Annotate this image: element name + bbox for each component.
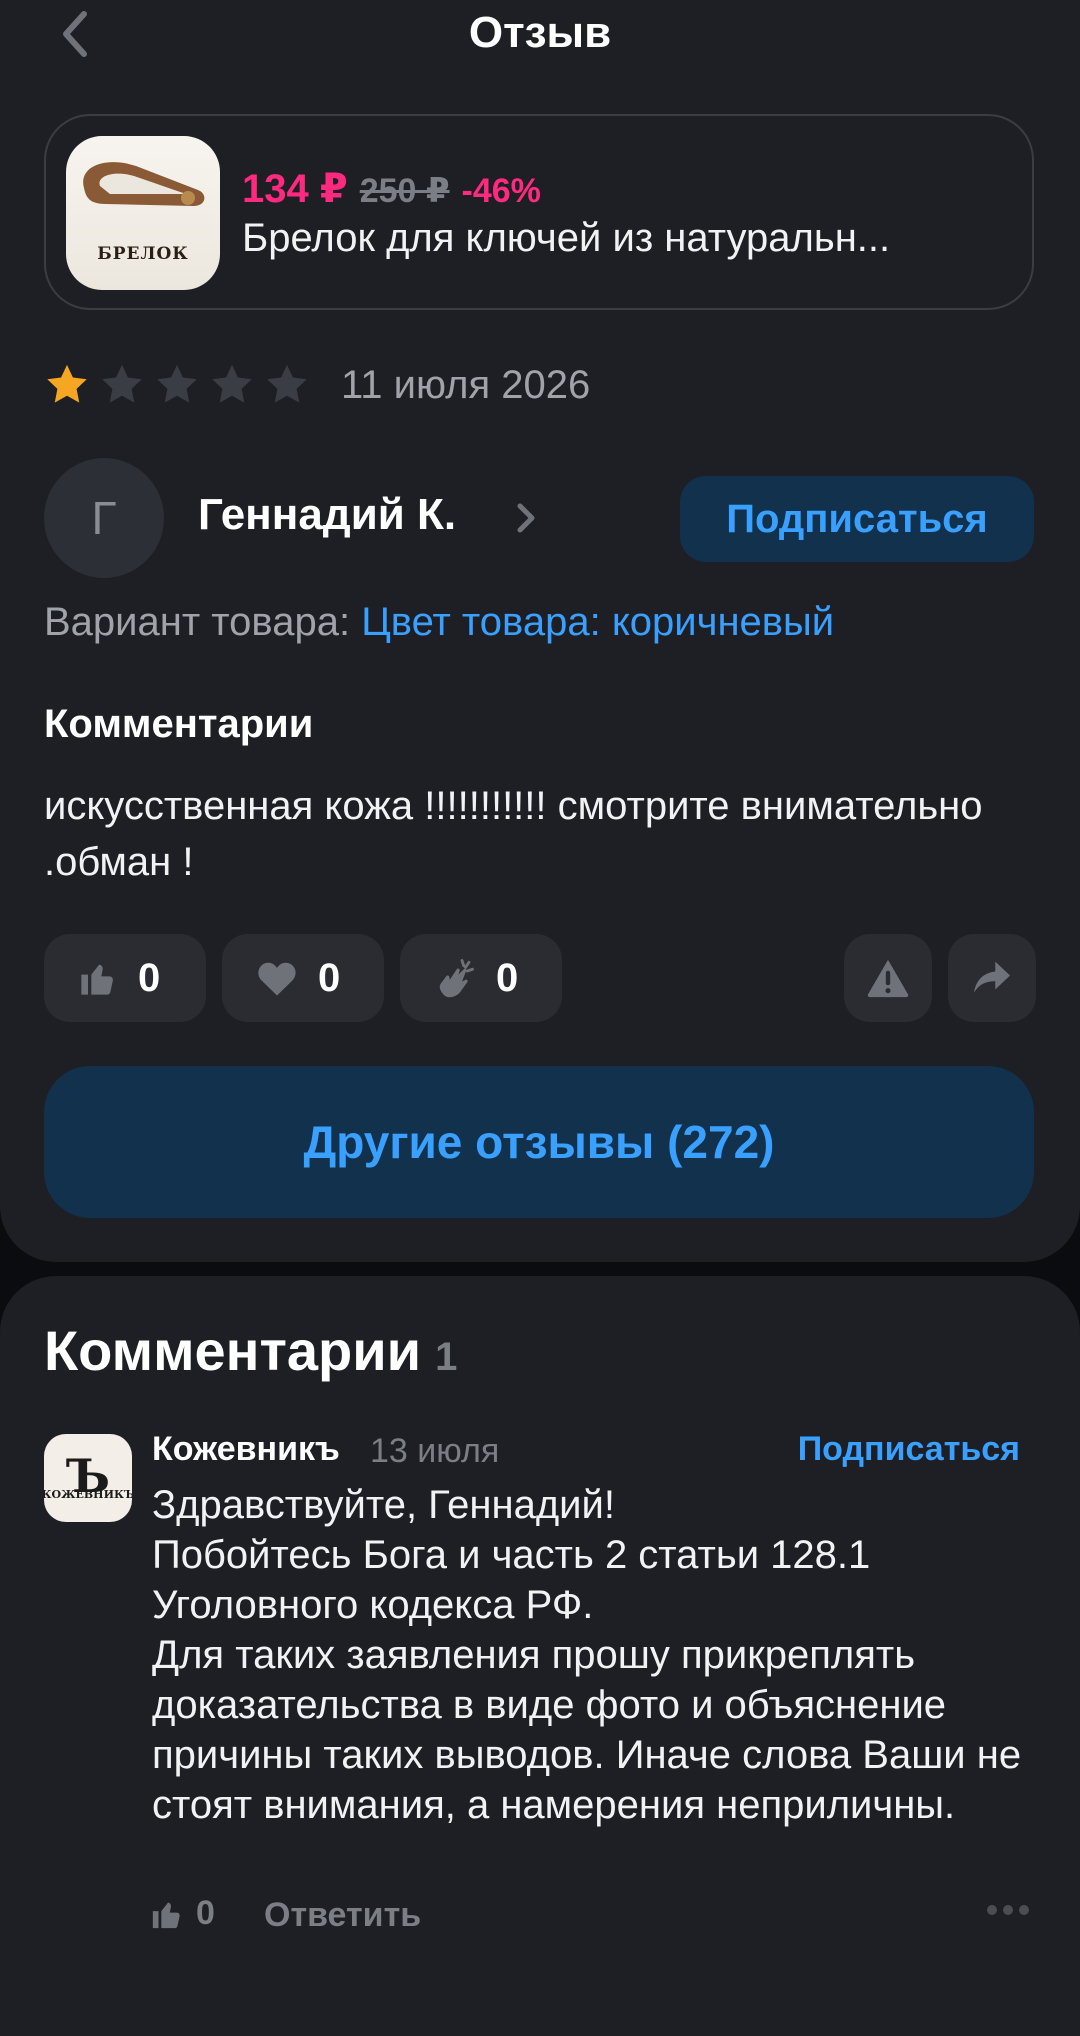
comment-like-count: 0 <box>196 1894 215 1932</box>
heart-count: 0 <box>318 955 341 1000</box>
commenter-avatar[interactable]: Ъ КОЖЕВНИКЪ <box>44 1434 132 1522</box>
comment-like-button[interactable]: 0 <box>150 1894 215 1933</box>
comments-title-text: Комментарии <box>44 1319 422 1382</box>
author-row: Г Геннадий К. Подписаться <box>44 458 1034 578</box>
avatar-logo-text: КОЖЕВНИКЪ <box>44 1487 132 1501</box>
discount-badge: -46% <box>461 172 541 210</box>
author-name[interactable]: Геннадий К. <box>198 490 456 540</box>
report-button[interactable] <box>844 934 932 1022</box>
warning-icon <box>867 959 909 998</box>
star-rating <box>44 362 319 408</box>
product-image: БРЕЛОК <box>66 136 220 290</box>
price-old: 250 ₽ <box>359 172 450 210</box>
share-icon <box>974 961 1010 993</box>
clap-icon <box>439 959 474 998</box>
heart-icon <box>258 962 296 996</box>
more-options-icon[interactable] <box>986 1904 1030 1916</box>
review-text: искусственная кожа !!!!!!!!!!! смотрите … <box>44 784 983 884</box>
page-title: Отзыв <box>468 8 612 57</box>
comments-count: 1 <box>435 1335 458 1379</box>
reactions-row: 0 0 0 <box>44 934 1036 1022</box>
star-empty-icon <box>102 364 142 403</box>
heart-reaction-button[interactable]: 0 <box>222 934 384 1022</box>
star-empty-icon <box>157 364 197 403</box>
thumbs-up-icon <box>152 1902 180 1928</box>
comment-actions: 0 Ответить <box>150 1894 1030 1944</box>
product-variant: Вариант товара: Цвет товара: коричневый <box>44 600 834 645</box>
commenter-subscribe-button[interactable]: Подписаться <box>798 1430 1020 1469</box>
comments-section-title: Комментарии 1 <box>44 1318 457 1383</box>
header: Отзыв <box>0 0 1080 68</box>
review-comments-heading: Комментарии <box>44 702 314 746</box>
commenter-name[interactable]: Кожевникъ <box>152 1430 340 1469</box>
comment-text: Здравствуйте, Геннадий! Побойтесь Бога и… <box>152 1483 1022 1827</box>
variant-value[interactable]: Цвет товара: коричневый <box>361 600 834 644</box>
rating-row: 11 июля 2026 <box>44 362 590 408</box>
like-count: 0 <box>138 955 161 1000</box>
comment-date: 13 июля <box>370 1432 500 1470</box>
share-button[interactable] <box>948 934 1036 1022</box>
product-image-label: БРЕЛОК <box>97 244 189 264</box>
reply-button[interactable]: Ответить <box>264 1896 421 1935</box>
clap-reaction-button[interactable]: 0 <box>400 934 562 1022</box>
variant-label: Вариант товара: <box>44 600 351 644</box>
like-reaction-button[interactable]: 0 <box>44 934 206 1022</box>
star-filled-icon <box>47 364 87 403</box>
product-card[interactable]: БРЕЛОК 134 ₽ 250 ₽ -46% Брелок для ключе… <box>44 114 1034 310</box>
clap-count: 0 <box>496 955 519 1000</box>
star-empty-icon <box>267 364 307 403</box>
subscribe-button[interactable]: Подписаться <box>680 476 1034 562</box>
product-name: Брелок для ключей из натуральн... <box>242 216 891 260</box>
price-row: 134 ₽ 250 ₽ -46% <box>242 166 541 212</box>
review-date: 11 июля 2026 <box>341 362 591 407</box>
keychain-image <box>83 162 205 206</box>
review-card: Отзыв БРЕЛОК 134 ₽ 250 ₽ -46% Брелок для… <box>0 0 1080 1262</box>
price-current: 134 ₽ <box>242 167 348 211</box>
thumbs-up-icon <box>81 964 113 995</box>
avatar[interactable]: Г <box>44 458 164 578</box>
other-reviews-button[interactable]: Другие отзывы (272) <box>44 1066 1034 1218</box>
star-empty-icon <box>212 364 252 403</box>
chevron-right-icon[interactable] <box>514 500 538 536</box>
